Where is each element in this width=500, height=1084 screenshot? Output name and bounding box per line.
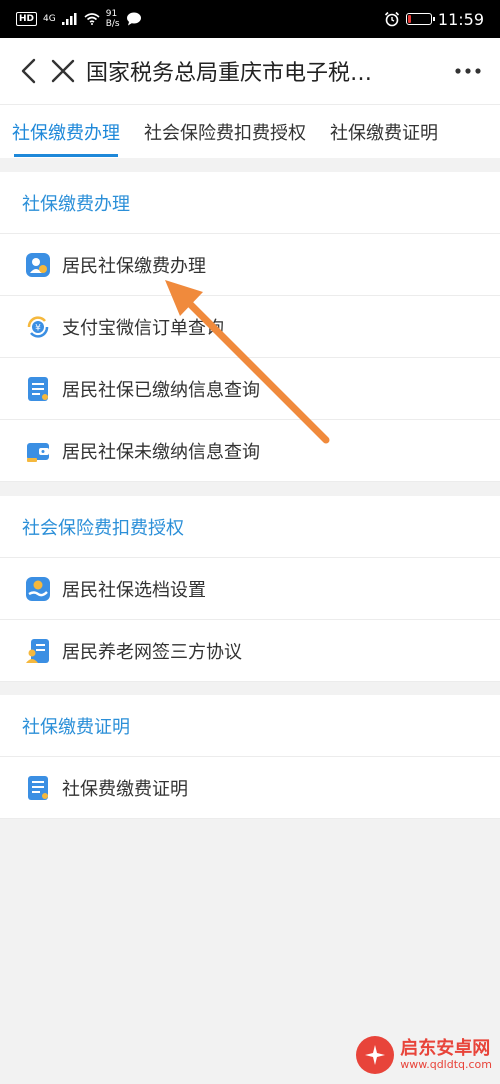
close-icon bbox=[51, 59, 75, 83]
chevron-left-icon bbox=[21, 58, 36, 84]
wallet-icon bbox=[24, 437, 52, 465]
item-label: 居民社保未缴纳信息查询 bbox=[62, 441, 260, 463]
list-item-unpaid-info-query[interactable]: 居民社保未缴纳信息查询 bbox=[0, 420, 500, 482]
item-label: 居民养老网签三方协议 bbox=[62, 641, 242, 663]
list-item-payment-certificate[interactable]: 社保费缴费证明 bbox=[0, 757, 500, 819]
item-label: 居民社保已缴纳信息查询 bbox=[62, 379, 260, 401]
net-speed: 91 B/s bbox=[106, 9, 120, 29]
tab-bar: 社保缴费办理 社会保险费扣费授权 社保缴费证明 bbox=[0, 104, 500, 158]
tab-label: 社会保险费扣费授权 bbox=[144, 122, 306, 144]
yuan-refresh-icon: ¥ bbox=[24, 313, 52, 341]
more-icon bbox=[455, 68, 481, 74]
section-header-certificate: 社保缴费证明 bbox=[0, 695, 500, 757]
battery-icon bbox=[405, 13, 435, 25]
list-item-resident-payment[interactable]: 居民社保缴费办理 bbox=[0, 234, 500, 296]
contract-person-icon bbox=[24, 637, 52, 665]
watermark-text: 启东安卓网 www.qdldtq.com bbox=[400, 1039, 492, 1071]
page-title: 国家税务总局重庆市电子税… bbox=[86, 61, 373, 86]
list-item-order-query[interactable]: ¥ 支付宝微信订单查询 bbox=[0, 296, 500, 358]
tab-payment-certificate[interactable]: 社保缴费证明 bbox=[318, 105, 450, 158]
clock: 11:59 bbox=[437, 9, 484, 29]
signal-icon bbox=[61, 13, 77, 25]
hand-coin-icon bbox=[24, 575, 52, 603]
watermark-logo-icon bbox=[356, 1036, 395, 1074]
network-type: 4G bbox=[43, 13, 56, 24]
chat-bubble-icon bbox=[126, 12, 141, 26]
item-label: 居民社保缴费办理 bbox=[62, 255, 206, 277]
list-item-tier-setting[interactable]: 居民社保选档设置 bbox=[0, 558, 500, 620]
list-item-tripartite-agreement[interactable]: 居民养老网签三方协议 bbox=[0, 620, 500, 682]
item-label: 社保费缴费证明 bbox=[62, 778, 188, 800]
status-bar: HD 4G 91 B/s 11:59 bbox=[0, 0, 500, 38]
tab-label: 社保缴费证明 bbox=[330, 122, 438, 144]
net-speed-value: 91 bbox=[105, 9, 118, 19]
more-button[interactable] bbox=[448, 54, 488, 88]
wifi-icon bbox=[84, 13, 100, 25]
title-bar: 国家税务总局重庆市电子税… bbox=[0, 38, 500, 104]
svg-text:¥: ¥ bbox=[35, 323, 41, 333]
back-button[interactable] bbox=[12, 54, 46, 88]
close-button[interactable] bbox=[46, 54, 80, 88]
person-payment-icon bbox=[24, 251, 52, 279]
watermark-title: 启东安卓网 bbox=[400, 1038, 491, 1060]
status-left: HD 4G 91 B/s bbox=[16, 9, 142, 29]
list-item-paid-info-query[interactable]: 居民社保已缴纳信息查询 bbox=[0, 358, 500, 420]
watermark-url: www.qdldtq.com bbox=[400, 1057, 492, 1071]
section-header-payment: 社保缴费办理 bbox=[0, 172, 500, 234]
alarm-icon bbox=[384, 11, 399, 27]
watermark: 启东安卓网 www.qdldtq.com bbox=[356, 1036, 492, 1074]
tab-deduction-authorization[interactable]: 社会保险费扣费授权 bbox=[132, 105, 318, 158]
item-label: 支付宝微信订单查询 bbox=[62, 317, 224, 339]
item-label: 居民社保选档设置 bbox=[62, 579, 206, 601]
tab-label: 社保缴费办理 bbox=[12, 122, 120, 144]
hd-badge: HD bbox=[16, 12, 38, 26]
battery-fill bbox=[407, 15, 411, 23]
certificate-icon bbox=[24, 774, 52, 802]
tab-social-payment[interactable]: 社保缴费办理 bbox=[0, 105, 132, 158]
document-list-icon bbox=[24, 375, 52, 403]
section-header-authorization: 社会保险费扣费授权 bbox=[0, 496, 500, 558]
status-right: 11:59 bbox=[384, 10, 484, 29]
net-speed-unit: B/s bbox=[105, 19, 120, 29]
